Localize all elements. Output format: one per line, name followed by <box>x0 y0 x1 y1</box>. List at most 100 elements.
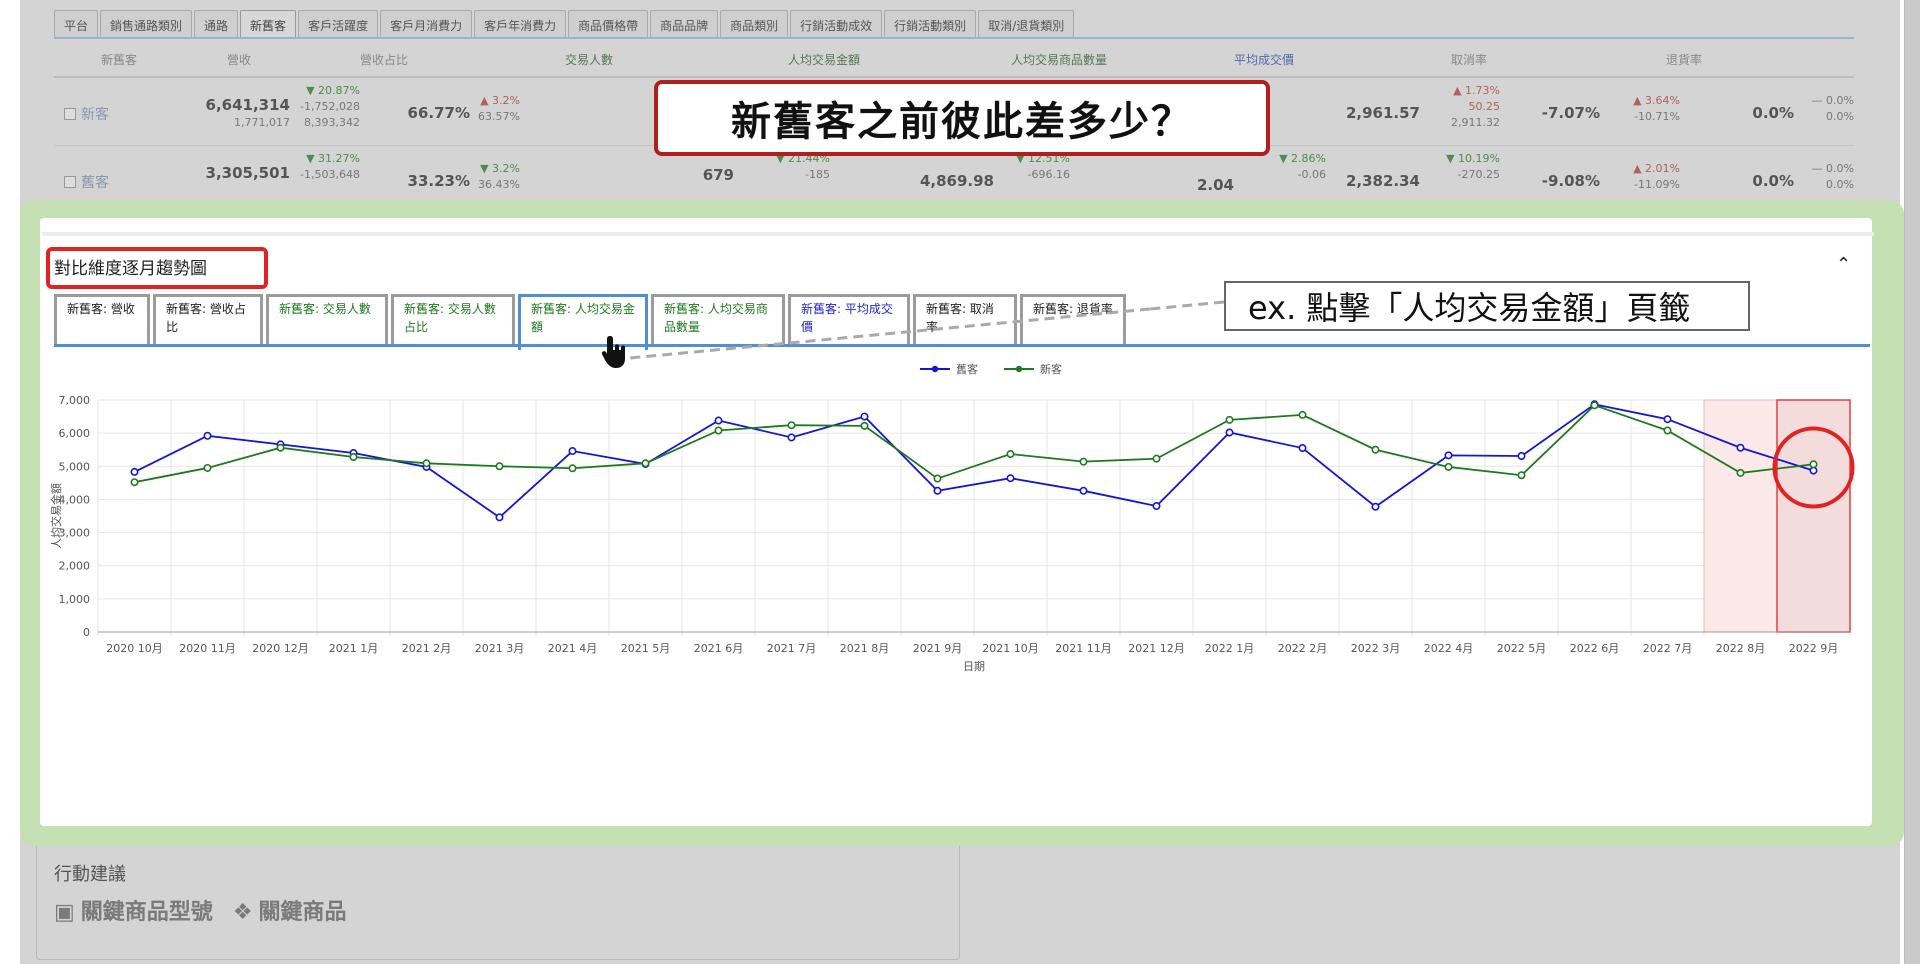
top-tab[interactable]: 行銷活動類別 <box>884 10 977 38</box>
metric-tab[interactable]: 新舊客: 取消率 <box>913 294 1017 344</box>
data-point <box>933 474 942 483</box>
metric-tab[interactable]: 新舊客: 營收占比 <box>153 294 263 344</box>
cell-share-change: ▼ 3.2% <box>480 162 520 175</box>
row-label[interactable]: 舊客 <box>64 172 109 192</box>
col-header-avg-price[interactable]: 平均成交價 <box>1174 51 1354 68</box>
top-tab[interactable]: 客戶年消費力 <box>474 10 567 38</box>
cubes-icon: ❖ <box>232 900 253 925</box>
data-point <box>1298 410 1307 419</box>
metric-tab[interactable]: 新舊客: 交易人數 <box>266 294 388 344</box>
top-tab[interactable]: 取消/退貨類別 <box>978 10 1075 38</box>
row-label[interactable]: 新客 <box>64 104 109 124</box>
action-suggestion-items: ▣ 關鍵商品型號 ❖ 關鍵商品 <box>54 894 347 926</box>
checkbox[interactable] <box>64 176 76 188</box>
cell-revenue-prev: 1,771,017 <box>234 116 290 129</box>
col-header-cancel-rate[interactable]: 取消率 <box>1354 51 1584 68</box>
x-tick-label: 2021 4月 <box>548 642 598 655</box>
y-tick-label: 4,000 <box>59 493 91 506</box>
data-point <box>1809 460 1818 469</box>
chart-legend[interactable]: 舊客 新客 <box>920 362 1062 376</box>
data-point <box>1371 502 1380 511</box>
top-tab[interactable]: 新舊客 <box>240 10 297 38</box>
cell-cancel-base: -11.09% <box>1634 178 1680 191</box>
metric-tab[interactable]: 新舊客: 人均交易商品數量 <box>651 294 785 344</box>
col-header-revenue-share[interactable]: 營收占比 <box>294 51 474 68</box>
x-tick-label: 2021 1月 <box>329 642 379 655</box>
metric-tab[interactable]: 新舊客: 平均成交價 <box>788 294 910 344</box>
cell-return-base: 0.0% <box>1826 110 1854 123</box>
col-header-avg-qty[interactable]: 人均交易商品數量 <box>944 51 1174 68</box>
data-point <box>568 447 577 456</box>
x-tick-label: 2021 12月 <box>1128 642 1185 655</box>
page-scrollbar[interactable] <box>1904 0 1920 964</box>
key-product-model-link[interactable]: ▣ 關鍵商品型號 <box>54 894 213 926</box>
top-tab[interactable]: 客戶活躍度 <box>298 10 379 38</box>
x-tick-label: 2022 8月 <box>1716 642 1766 655</box>
data-point <box>203 431 212 440</box>
highlight-month-prev <box>1703 399 1778 633</box>
y-tick-label: 2,000 <box>59 560 91 573</box>
y-tick-label: 3,000 <box>59 527 91 540</box>
y-tick-label: 0 <box>83 626 90 639</box>
data-point <box>1298 444 1307 453</box>
top-tab[interactable]: 商品類別 <box>720 10 789 38</box>
data-point <box>1736 443 1745 452</box>
checkbox[interactable] <box>64 108 76 120</box>
col-header-return-rate[interactable]: 退貨率 <box>1584 51 1784 68</box>
data-point <box>1663 415 1672 424</box>
x-tick-label: 2020 12月 <box>252 642 309 655</box>
x-tick-label: 2020 10月 <box>106 642 163 655</box>
data-point <box>787 421 796 430</box>
col-header-avg-amount[interactable]: 人均交易金額 <box>704 51 944 68</box>
cell-cancel-base: -10.71% <box>1634 110 1680 123</box>
cell-avg-amount: 4,869.98 <box>919 172 994 190</box>
top-tab[interactable]: 商品品牌 <box>650 10 719 38</box>
top-tab[interactable]: 通路 <box>194 10 239 38</box>
top-tab[interactable]: 客戶月消費力 <box>380 10 473 38</box>
comparison-table-header: 新舊客 營收 營收占比 交易人數 人均交易金額 人均交易商品數量 平均成交價 取… <box>54 42 1854 78</box>
highlight-region <box>1703 399 1851 633</box>
cell-share: 66.77% <box>407 104 470 122</box>
cell-avg-price-diff: -270.25 <box>1457 168 1500 181</box>
cell-transactions: 679 <box>702 166 734 184</box>
col-header-segment[interactable]: 新舊客 <box>54 51 184 68</box>
cube-icon: ▣ <box>54 900 75 925</box>
metric-tab[interactable]: 新舊客: 退貨率 <box>1020 294 1126 344</box>
key-product-link[interactable]: ❖ 關鍵商品 <box>233 894 347 926</box>
chevron-up-icon[interactable]: ⌃ <box>1836 254 1851 275</box>
chart-series <box>130 400 1855 522</box>
highlight-month-last <box>1776 399 1851 633</box>
cell-revenue-diff: -1,752,028 <box>300 100 360 113</box>
data-point <box>1006 450 1015 459</box>
y-tick-label: 5,000 <box>59 460 91 473</box>
x-tick-label: 2021 6月 <box>694 642 744 655</box>
data-point <box>1444 462 1453 471</box>
cell-share-change: ▲ 3.2% <box>480 94 520 107</box>
data-point <box>714 416 723 425</box>
y-axis-title: 人均交易金額 <box>49 483 63 549</box>
cell-return-rate: 0.0% <box>1752 104 1794 122</box>
data-point <box>860 412 869 421</box>
cell-avg-price: 2,961.57 <box>1345 104 1420 122</box>
cell-return-change: — 0.0% <box>1811 94 1854 107</box>
col-header-transactions[interactable]: 交易人數 <box>474 51 704 68</box>
top-tab[interactable]: 銷售通路類別 <box>100 10 193 38</box>
data-point <box>714 426 723 435</box>
top-tab[interactable]: 商品價格帶 <box>568 10 649 38</box>
x-tick-label: 2021 8月 <box>840 642 890 655</box>
cell-return-rate: 0.0% <box>1752 172 1794 190</box>
metric-tab[interactable]: 新舊客: 營收 <box>54 294 150 344</box>
data-point <box>276 443 285 452</box>
data-point <box>1444 451 1453 460</box>
metric-tab-bar: 新舊客: 營收 新舊客: 營收占比 新舊客: 交易人數 新舊客: 交易人數占比 新舊客:… <box>54 294 1129 350</box>
top-tab[interactable]: 平台 <box>54 10 99 38</box>
metric-tab[interactable]: 新舊客: 交易人數占比 <box>391 294 515 344</box>
data-point <box>1517 452 1526 461</box>
data-point <box>1152 502 1161 511</box>
cell-revenue-change: ▼ 20.87% <box>306 84 360 97</box>
cell-avg-qty: 2.04 <box>1196 176 1234 194</box>
top-tab[interactable]: 行銷活動成效 <box>790 10 883 38</box>
x-tick-label: 2021 10月 <box>982 642 1039 655</box>
data-point <box>1225 428 1234 437</box>
col-header-revenue[interactable]: 營收 <box>184 51 294 68</box>
